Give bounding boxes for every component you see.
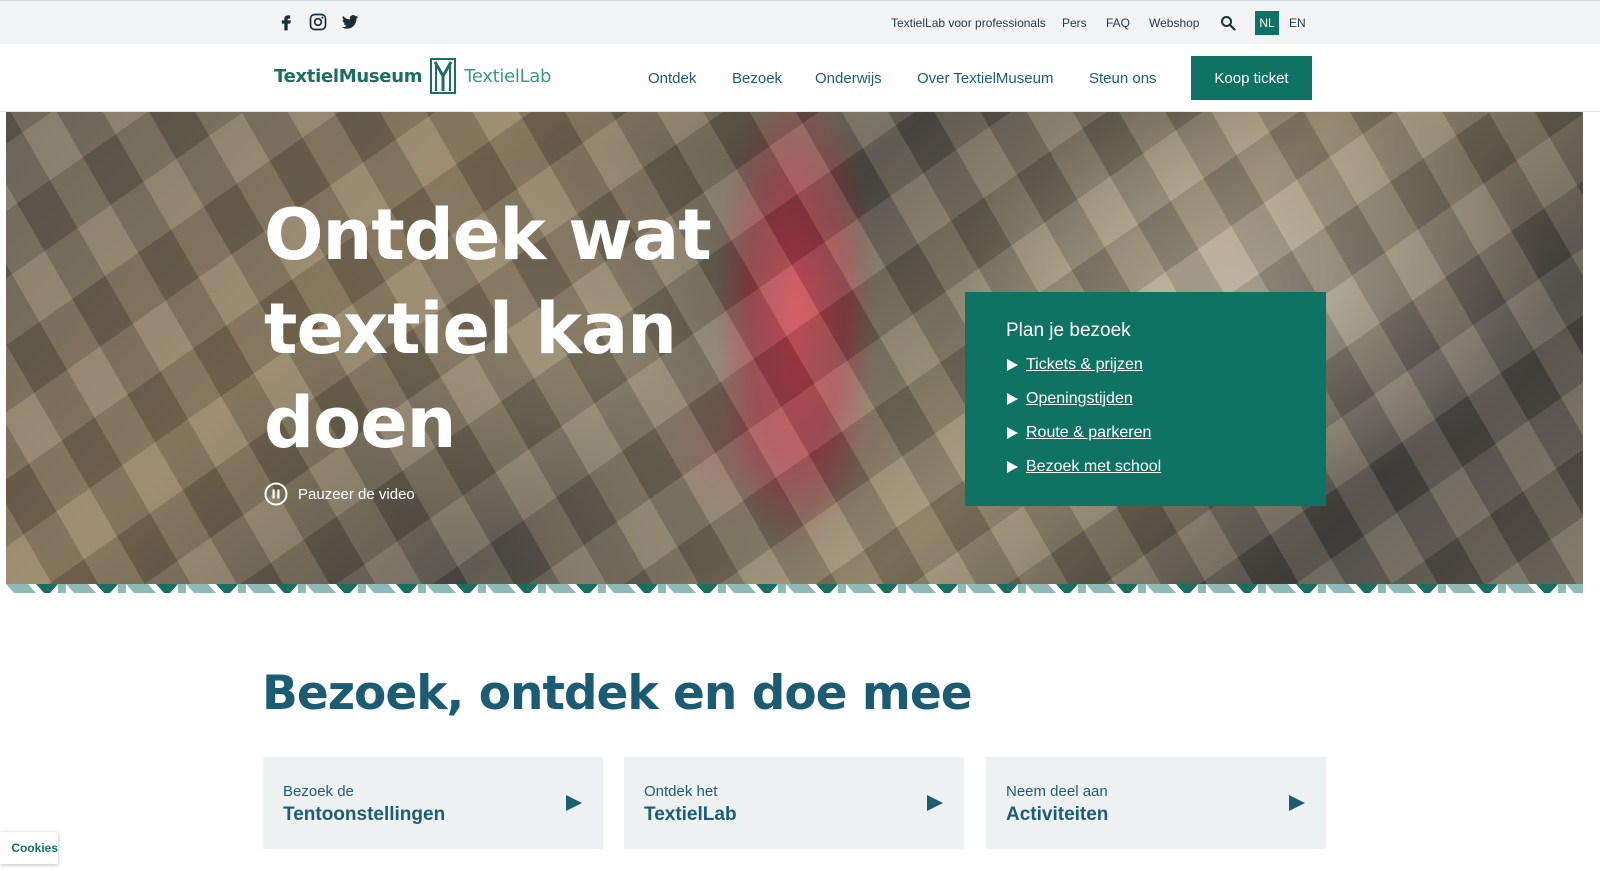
arrow-right-icon (1007, 461, 1018, 473)
util-link-professionals[interactable]: TextielLab voor professionals (891, 16, 1046, 30)
link-openingstijden[interactable]: Openingstijden (1026, 390, 1133, 408)
card-tentoonstellingen[interactable]: Bezoek de Tentoonstellingen (263, 757, 603, 849)
main-header: TextielMuseum TextielLab Ontdek Bezoek O… (0, 44, 1600, 112)
search-icon[interactable] (1220, 15, 1236, 31)
logo-textielmuseum: TextielMuseum (274, 65, 423, 87)
nav-steun-ons[interactable]: Steun ons (1089, 70, 1157, 87)
nav-onderwijs[interactable]: Onderwijs (815, 70, 882, 87)
nav-over-textielmuseum[interactable]: Over TextielMuseum (917, 70, 1053, 87)
pause-video-button[interactable]: Pauzeer de video (264, 482, 415, 506)
zigzag-divider (6, 584, 1583, 593)
util-link-pers[interactable]: Pers (1062, 16, 1087, 30)
hero-video: Ontdek wat textiel kan doen Pauzeer de v… (6, 112, 1583, 584)
play-arrow-icon (927, 795, 943, 811)
instagram-icon[interactable] (308, 12, 328, 32)
nav-bezoek[interactable]: Bezoek (732, 70, 782, 87)
twitter-icon[interactable] (340, 12, 360, 32)
buy-ticket-button[interactable]: Koop ticket (1191, 56, 1312, 100)
plan-item: Tickets & prijzen (1006, 348, 1285, 382)
card-title: Activiteiten (1006, 804, 1109, 825)
arrow-right-icon (1007, 393, 1018, 405)
hero-title: Ontdek wat textiel kan doen (264, 194, 712, 464)
card-subtitle: Neem deel aan (1006, 783, 1108, 800)
util-link-faq[interactable]: FAQ (1106, 16, 1130, 30)
arrow-right-icon (1007, 359, 1018, 371)
card-subtitle: Ontdek het (644, 783, 718, 800)
pause-icon (264, 482, 288, 506)
play-arrow-icon (566, 795, 582, 811)
link-route-parkeren[interactable]: Route & parkeren (1026, 424, 1151, 442)
link-tickets-prijzen[interactable]: Tickets & prijzen (1026, 356, 1143, 374)
utility-bar: TextielLab voor professionals Pers FAQ W… (0, 0, 1600, 44)
card-activiteiten[interactable]: Neem deel aan Activiteiten (986, 757, 1326, 849)
plan-visit-panel: Plan je bezoek Tickets & prijzen Opening… (965, 292, 1326, 506)
logo-mark-icon (430, 58, 457, 94)
cookies-label: Cookies (11, 841, 58, 855)
site-logo[interactable]: TextielMuseum TextielLab (274, 58, 551, 94)
arrow-right-icon (1007, 427, 1018, 439)
language-en-button[interactable]: EN (1289, 16, 1306, 30)
section-title: Bezoek, ontdek en doe mee (262, 666, 973, 721)
plan-item: Openingstijden (1006, 382, 1285, 416)
link-bezoek-met-school[interactable]: Bezoek met school (1026, 458, 1161, 476)
plan-visit-title: Plan je bezoek (1006, 320, 1131, 341)
nav-ontdek[interactable]: Ontdek (648, 70, 696, 87)
card-textiellab[interactable]: Ontdek het TextielLab (624, 757, 964, 849)
language-nl-button[interactable]: NL (1255, 11, 1279, 35)
hero-video-frame (6, 112, 1583, 584)
facebook-icon[interactable] (276, 12, 296, 32)
logo-textiellab: TextielLab (464, 65, 552, 87)
play-arrow-icon (1289, 795, 1305, 811)
social-links (276, 12, 360, 32)
cookies-button[interactable]: Cookies (0, 832, 58, 864)
plan-item: Route & parkeren (1006, 416, 1285, 450)
util-link-webshop[interactable]: Webshop (1149, 16, 1199, 30)
plan-item: Bezoek met school (1006, 450, 1285, 484)
card-title: TextielLab (644, 804, 737, 825)
card-title: Tentoonstellingen (283, 804, 446, 825)
pause-video-label: Pauzeer de video (298, 485, 415, 503)
card-subtitle: Bezoek de (283, 783, 354, 800)
